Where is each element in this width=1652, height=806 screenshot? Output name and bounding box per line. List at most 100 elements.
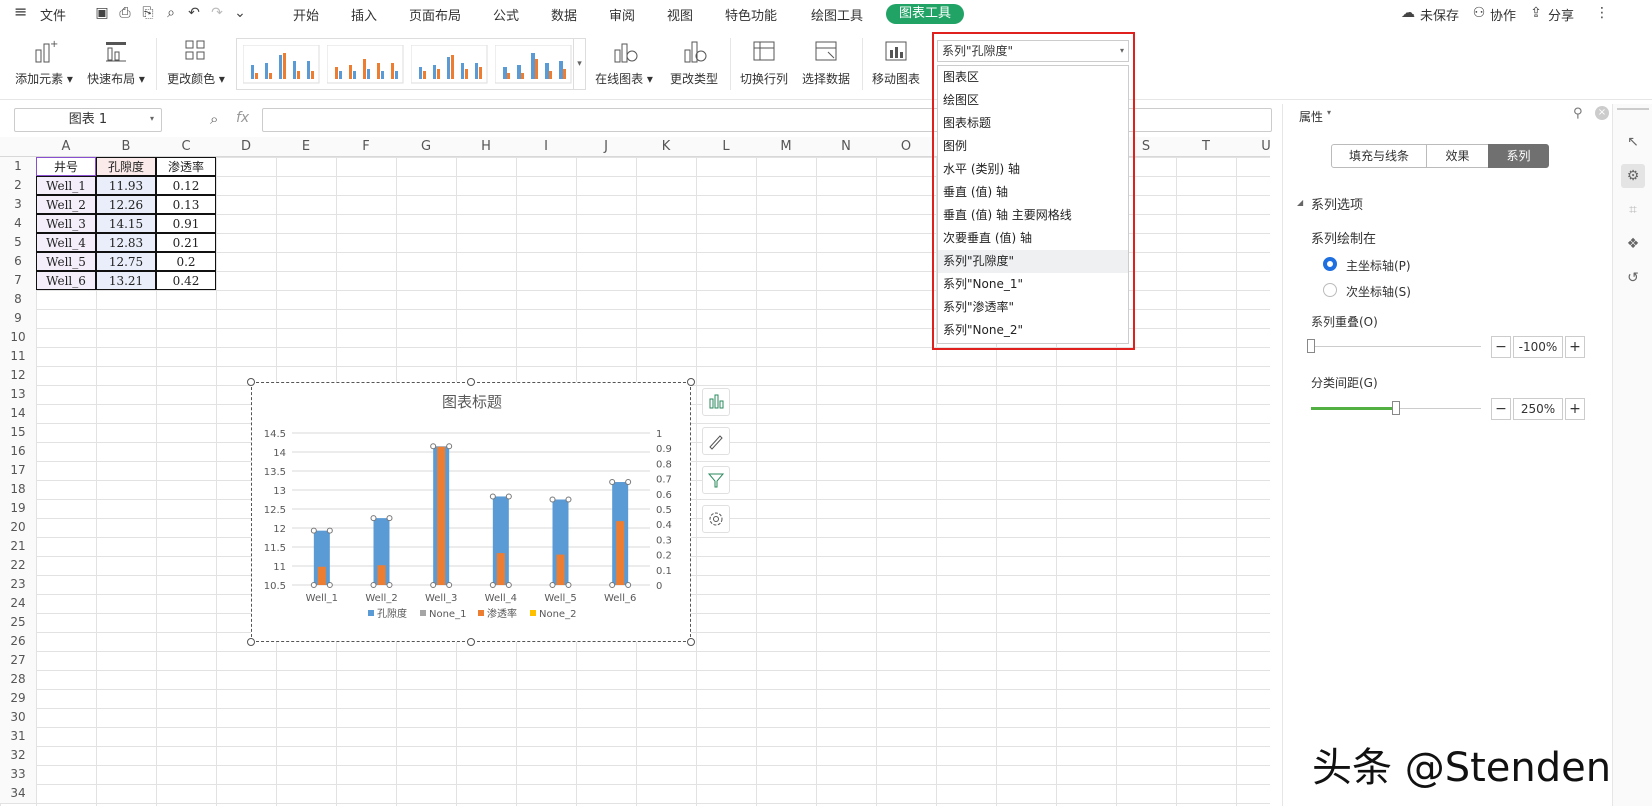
row-header[interactable]: 34 xyxy=(0,784,36,803)
table-cell[interactable]: Well_1 xyxy=(36,176,96,195)
section-series-options[interactable]: 系列选项 xyxy=(1311,194,1363,213)
row-header[interactable]: 22 xyxy=(0,556,36,575)
history-icon[interactable]: ↺ xyxy=(1621,266,1645,290)
row-header[interactable]: 7 xyxy=(0,271,36,290)
tab-effects[interactable]: 效果 xyxy=(1426,144,1489,168)
chevron-down-icon[interactable]: ▾ xyxy=(1120,41,1124,61)
dropdown-option[interactable]: 图表标题 xyxy=(938,112,1128,135)
change-color-button[interactable]: 更改颜色 ▾ xyxy=(164,38,228,87)
column-header[interactable]: F xyxy=(336,137,396,157)
row-header[interactable]: 30 xyxy=(0,708,36,727)
table-cell[interactable]: 12.75 xyxy=(96,252,156,271)
dropdown-option[interactable]: 系列"孔隙度" xyxy=(938,250,1128,273)
chart-settings-button[interactable] xyxy=(702,505,730,533)
pane-title[interactable]: 属性 xyxy=(1299,108,1323,125)
quick-layout-button[interactable]: 快速布局 ▾ xyxy=(84,38,148,87)
tab-chart-tools[interactable]: 图表工具 xyxy=(886,4,964,24)
chart-element-select[interactable]: 系列"孔隙度" ▾ xyxy=(937,40,1129,62)
column-header[interactable]: J xyxy=(576,137,636,157)
table-cell[interactable]: 0.21 xyxy=(156,233,216,252)
gap-increment-button[interactable]: + xyxy=(1565,398,1585,420)
column-header[interactable]: N xyxy=(816,137,876,157)
column-header[interactable]: B xyxy=(96,137,156,157)
gap-value-input[interactable]: 250% xyxy=(1513,398,1563,420)
tab-drawing-tools[interactable]: 绘图工具 xyxy=(811,5,863,24)
row-header[interactable]: 4 xyxy=(0,214,36,233)
overlap-value-input[interactable]: -100% xyxy=(1513,336,1563,358)
chart-style-thumb-1[interactable] xyxy=(243,45,323,85)
table-cell[interactable]: 14.15 xyxy=(96,214,156,233)
name-box-dropdown-icon[interactable]: ▾ xyxy=(150,114,154,123)
row-header[interactable]: 5 xyxy=(0,233,36,252)
properties-icon[interactable]: ⚙ xyxy=(1621,164,1645,188)
hamburger-menu-icon[interactable]: ≡ xyxy=(14,2,27,21)
column-header[interactable]: O xyxy=(876,137,936,157)
table-cell[interactable]: Well_6 xyxy=(36,271,96,290)
row-header[interactable]: 8 xyxy=(0,290,36,309)
row-header[interactable]: 6 xyxy=(0,252,36,271)
row-header[interactable]: 15 xyxy=(0,423,36,442)
row-header[interactable]: 19 xyxy=(0,499,36,518)
chart-style-thumb-4[interactable] xyxy=(495,45,575,85)
row-header[interactable]: 17 xyxy=(0,461,36,480)
row-header[interactable]: 31 xyxy=(0,727,36,746)
column-header[interactable]: T xyxy=(1176,137,1236,157)
row-header[interactable]: 2 xyxy=(0,176,36,195)
row-header[interactable]: 10 xyxy=(0,328,36,347)
table-header-cell[interactable]: 孔隙度 xyxy=(96,157,156,176)
tab-fill-and-line[interactable]: 填充与线条 xyxy=(1331,144,1427,168)
more-options-icon[interactable]: ⋮ xyxy=(1594,5,1610,21)
redo-icon[interactable]: ↷ xyxy=(209,5,225,21)
tab-special-features[interactable]: 特色功能 xyxy=(725,5,777,24)
chart-title[interactable]: 图表标题 xyxy=(442,393,502,411)
dropdown-option[interactable]: 绘图区 xyxy=(938,89,1128,112)
row-header[interactable]: 32 xyxy=(0,746,36,765)
table-cell[interactable]: 0.2 xyxy=(156,252,216,271)
table-header-cell[interactable]: 井号 xyxy=(36,157,96,176)
secondary-axis-radio[interactable] xyxy=(1323,283,1337,297)
overlap-slider-track[interactable] xyxy=(1311,346,1481,347)
resize-handle-bl[interactable] xyxy=(247,638,255,646)
chart-area[interactable]: 图表标题 14.5 14 13.5 13 12.5 12 11.5 11 10.5 1 0.9 0.8… xyxy=(251,382,691,642)
crop-icon[interactable]: ⌗ xyxy=(1621,198,1645,222)
column-header[interactable]: M xyxy=(756,137,816,157)
undo-icon[interactable]: ↶ xyxy=(186,5,202,21)
column-header[interactable]: D xyxy=(216,137,276,157)
column-header[interactable]: H xyxy=(456,137,516,157)
row-header[interactable]: 27 xyxy=(0,651,36,670)
table-cell[interactable]: 11.93 xyxy=(96,176,156,195)
dropdown-option[interactable]: 垂直 (值) 轴 xyxy=(938,181,1128,204)
table-cell[interactable]: 0.91 xyxy=(156,214,216,233)
row-header[interactable]: 28 xyxy=(0,670,36,689)
row-header[interactable]: 26 xyxy=(0,632,36,651)
row-header[interactable]: 20 xyxy=(0,518,36,537)
select-pointer-icon[interactable]: ↖ xyxy=(1621,130,1645,154)
column-header[interactable]: K xyxy=(636,137,696,157)
change-type-button[interactable]: 更改类型 xyxy=(664,38,724,87)
collaborate-button[interactable]: 协作 xyxy=(1490,5,1516,24)
row-header[interactable]: 13 xyxy=(0,385,36,404)
overlap-increment-button[interactable]: + xyxy=(1565,336,1585,358)
tab-data[interactable]: 数据 xyxy=(551,5,577,24)
add-element-button[interactable]: + 添加元素 ▾ xyxy=(12,38,76,87)
pane-title-dropdown-icon[interactable]: ▾ xyxy=(1327,108,1331,117)
table-cell[interactable]: 13.21 xyxy=(96,271,156,290)
tab-series[interactable]: 系列 xyxy=(1488,144,1549,168)
column-header[interactable]: L xyxy=(696,137,756,157)
unsaved-status[interactable]: 未保存 xyxy=(1420,5,1459,24)
chart-style-button[interactable] xyxy=(702,427,730,455)
move-chart-button[interactable]: 移动图表 xyxy=(868,38,924,87)
dropdown-option[interactable]: 系列"None_2" xyxy=(938,319,1128,342)
chart-filter-button[interactable] xyxy=(702,466,730,494)
resize-handle-tl[interactable] xyxy=(247,378,255,386)
table-cell[interactable]: 0.13 xyxy=(156,195,216,214)
style-icon[interactable]: ❖ xyxy=(1621,232,1645,256)
resize-handle-tm[interactable] xyxy=(467,378,475,386)
row-header[interactable]: 18 xyxy=(0,480,36,499)
fx-icon[interactable]: fx xyxy=(236,110,249,126)
row-header[interactable]: 1 xyxy=(0,157,36,176)
resize-handle-tr[interactable] xyxy=(687,378,695,386)
menu-file[interactable]: 文件 xyxy=(40,5,66,24)
share-button[interactable]: 分享 xyxy=(1548,5,1574,24)
table-cell[interactable]: 0.12 xyxy=(156,176,216,195)
